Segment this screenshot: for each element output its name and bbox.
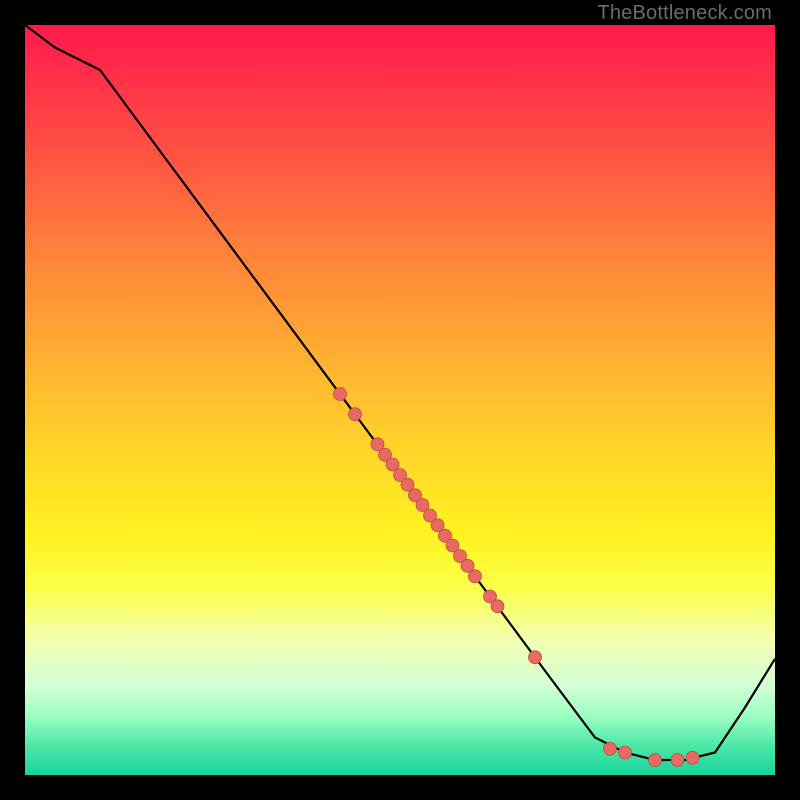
marker-dot bbox=[604, 742, 617, 755]
marker-dot bbox=[529, 651, 542, 664]
plot-area bbox=[25, 25, 775, 775]
watermark-label: TheBottleneck.com bbox=[597, 2, 772, 25]
marker-dot bbox=[619, 746, 632, 759]
bottleneck-curve bbox=[25, 25, 775, 760]
marker-dot bbox=[349, 408, 362, 421]
marker-dot bbox=[469, 570, 482, 583]
marker-dot bbox=[491, 600, 504, 613]
marker-dot bbox=[671, 754, 684, 767]
marker-dot bbox=[686, 751, 699, 764]
marker-dot bbox=[334, 388, 347, 401]
chart-svg bbox=[25, 25, 775, 775]
chart-frame: TheBottleneck.com bbox=[0, 0, 800, 800]
marker-dot bbox=[649, 754, 662, 767]
marker-dots bbox=[334, 388, 700, 767]
